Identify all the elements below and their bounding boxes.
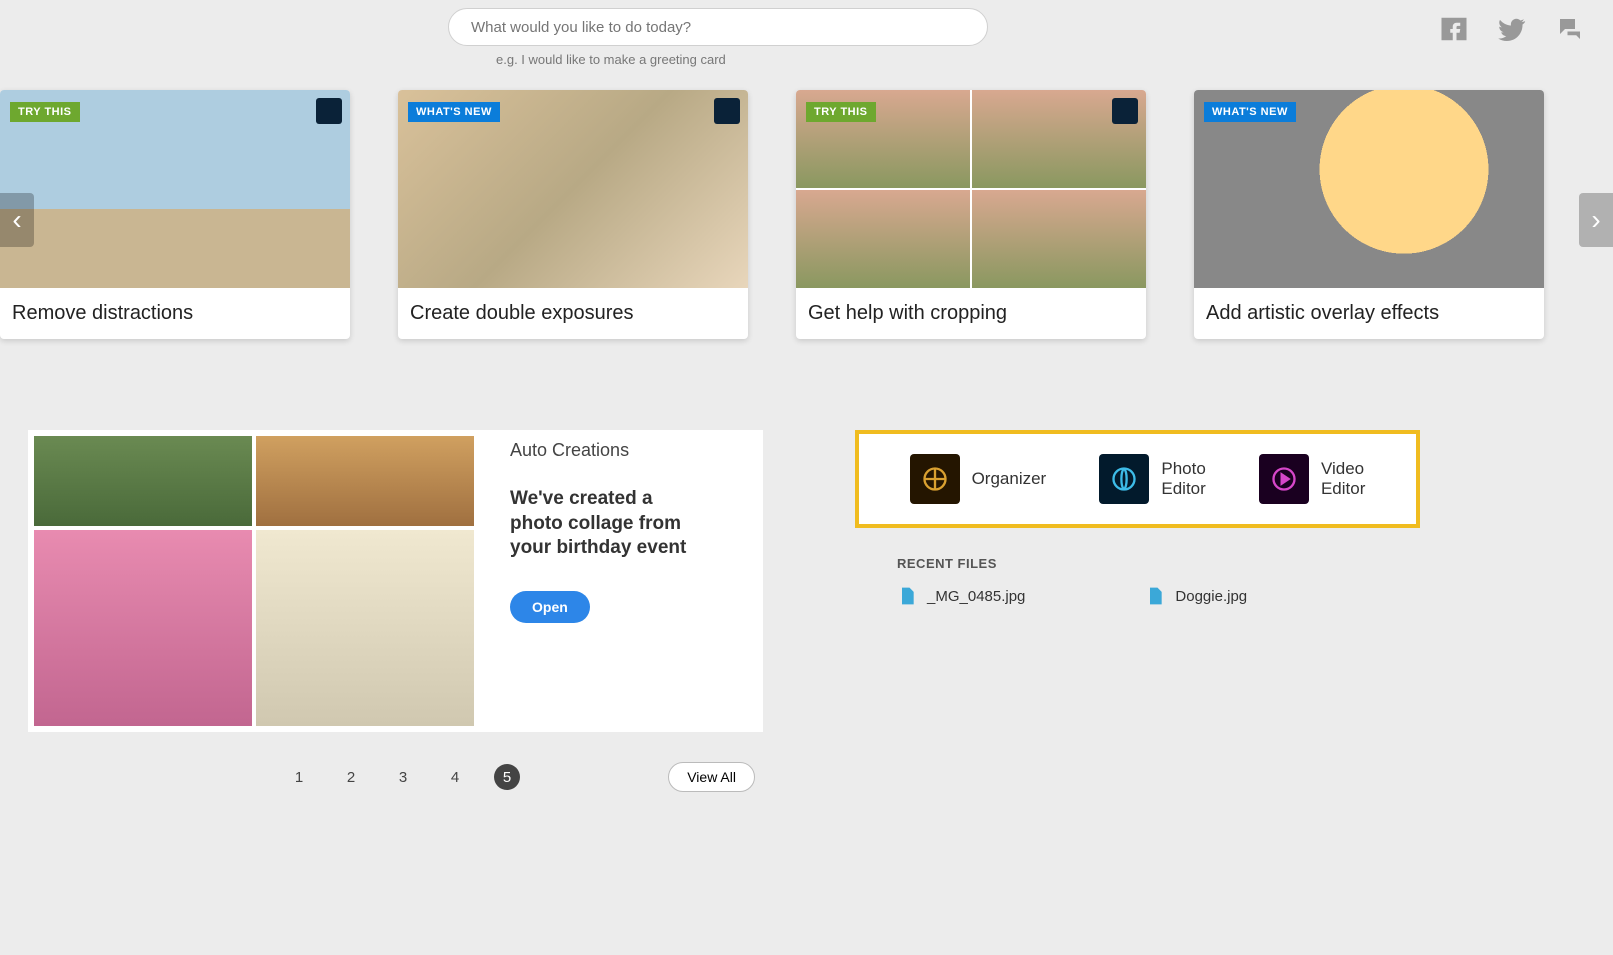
recent-file[interactable]: Doggie.jpg	[1145, 585, 1247, 607]
card-title: Get help with cropping	[796, 288, 1146, 339]
file-name: Doggie.jpg	[1175, 588, 1247, 605]
card-badge: WHAT'S NEW	[1204, 102, 1296, 122]
page-3[interactable]: 3	[390, 764, 416, 790]
feature-card[interactable]: TRY THIS Remove distractions	[0, 90, 350, 339]
photo-editor-icon	[1099, 454, 1149, 504]
pse-icon	[1112, 98, 1138, 124]
auto-creations-title: Auto Creations	[510, 440, 700, 461]
organizer-icon	[910, 454, 960, 504]
auto-creations-message: We've created a photo collage from your …	[510, 487, 700, 561]
page-4[interactable]: 4	[442, 764, 468, 790]
search-input[interactable]	[448, 8, 988, 46]
card-badge: WHAT'S NEW	[408, 102, 500, 122]
pagination: 1 2 3 4 5	[286, 764, 520, 790]
video-editor-launcher[interactable]: Video Editor	[1259, 454, 1365, 504]
launcher-label: Photo Editor	[1161, 459, 1205, 500]
twitter-icon[interactable]	[1497, 14, 1527, 49]
search-hint: e.g. I would like to make a greeting car…	[496, 52, 988, 67]
feature-card[interactable]: WHAT'S NEW Add artistic overlay effects	[1194, 90, 1544, 339]
feature-carousel: ‹ › TRY THIS Remove distractions WHAT'S …	[0, 90, 1613, 350]
app-launcher-panel: Organizer Photo Editor Video Editor	[855, 430, 1420, 528]
carousel-prev-button[interactable]: ‹	[0, 193, 34, 247]
photo-editor-launcher[interactable]: Photo Editor	[1099, 454, 1205, 504]
launcher-label: Video Editor	[1321, 459, 1365, 500]
auto-creation-card: Auto Creations We've created a photo col…	[28, 430, 763, 732]
page-1[interactable]: 1	[286, 764, 312, 790]
pse-icon	[316, 98, 342, 124]
feature-card[interactable]: WHAT'S NEW Create double exposures	[398, 90, 748, 339]
card-title: Remove distractions	[0, 288, 350, 339]
card-title: Add artistic overlay effects	[1194, 288, 1544, 339]
carousel-next-button[interactable]: ›	[1579, 193, 1613, 247]
feedback-icon[interactable]	[1555, 14, 1585, 49]
open-button[interactable]: Open	[510, 591, 590, 623]
page-5[interactable]: 5	[494, 764, 520, 790]
recent-files-title: RECENT FILES	[897, 556, 1585, 571]
page-2[interactable]: 2	[338, 764, 364, 790]
collage-preview	[34, 436, 474, 726]
card-badge: TRY THIS	[806, 102, 876, 122]
launcher-label: Organizer	[972, 469, 1047, 489]
image-file-icon	[897, 585, 917, 607]
video-editor-icon	[1259, 454, 1309, 504]
feature-card[interactable]: TRY THIS Get help with cropping	[796, 90, 1146, 339]
pse-icon	[714, 98, 740, 124]
image-file-icon	[1145, 585, 1165, 607]
card-title: Create double exposures	[398, 288, 748, 339]
file-name: _MG_0485.jpg	[927, 588, 1025, 605]
recent-file[interactable]: _MG_0485.jpg	[897, 585, 1025, 607]
organizer-launcher[interactable]: Organizer	[910, 454, 1047, 504]
view-all-button[interactable]: View All	[668, 762, 755, 792]
card-badge: TRY THIS	[10, 102, 80, 122]
facebook-icon[interactable]	[1439, 14, 1469, 49]
